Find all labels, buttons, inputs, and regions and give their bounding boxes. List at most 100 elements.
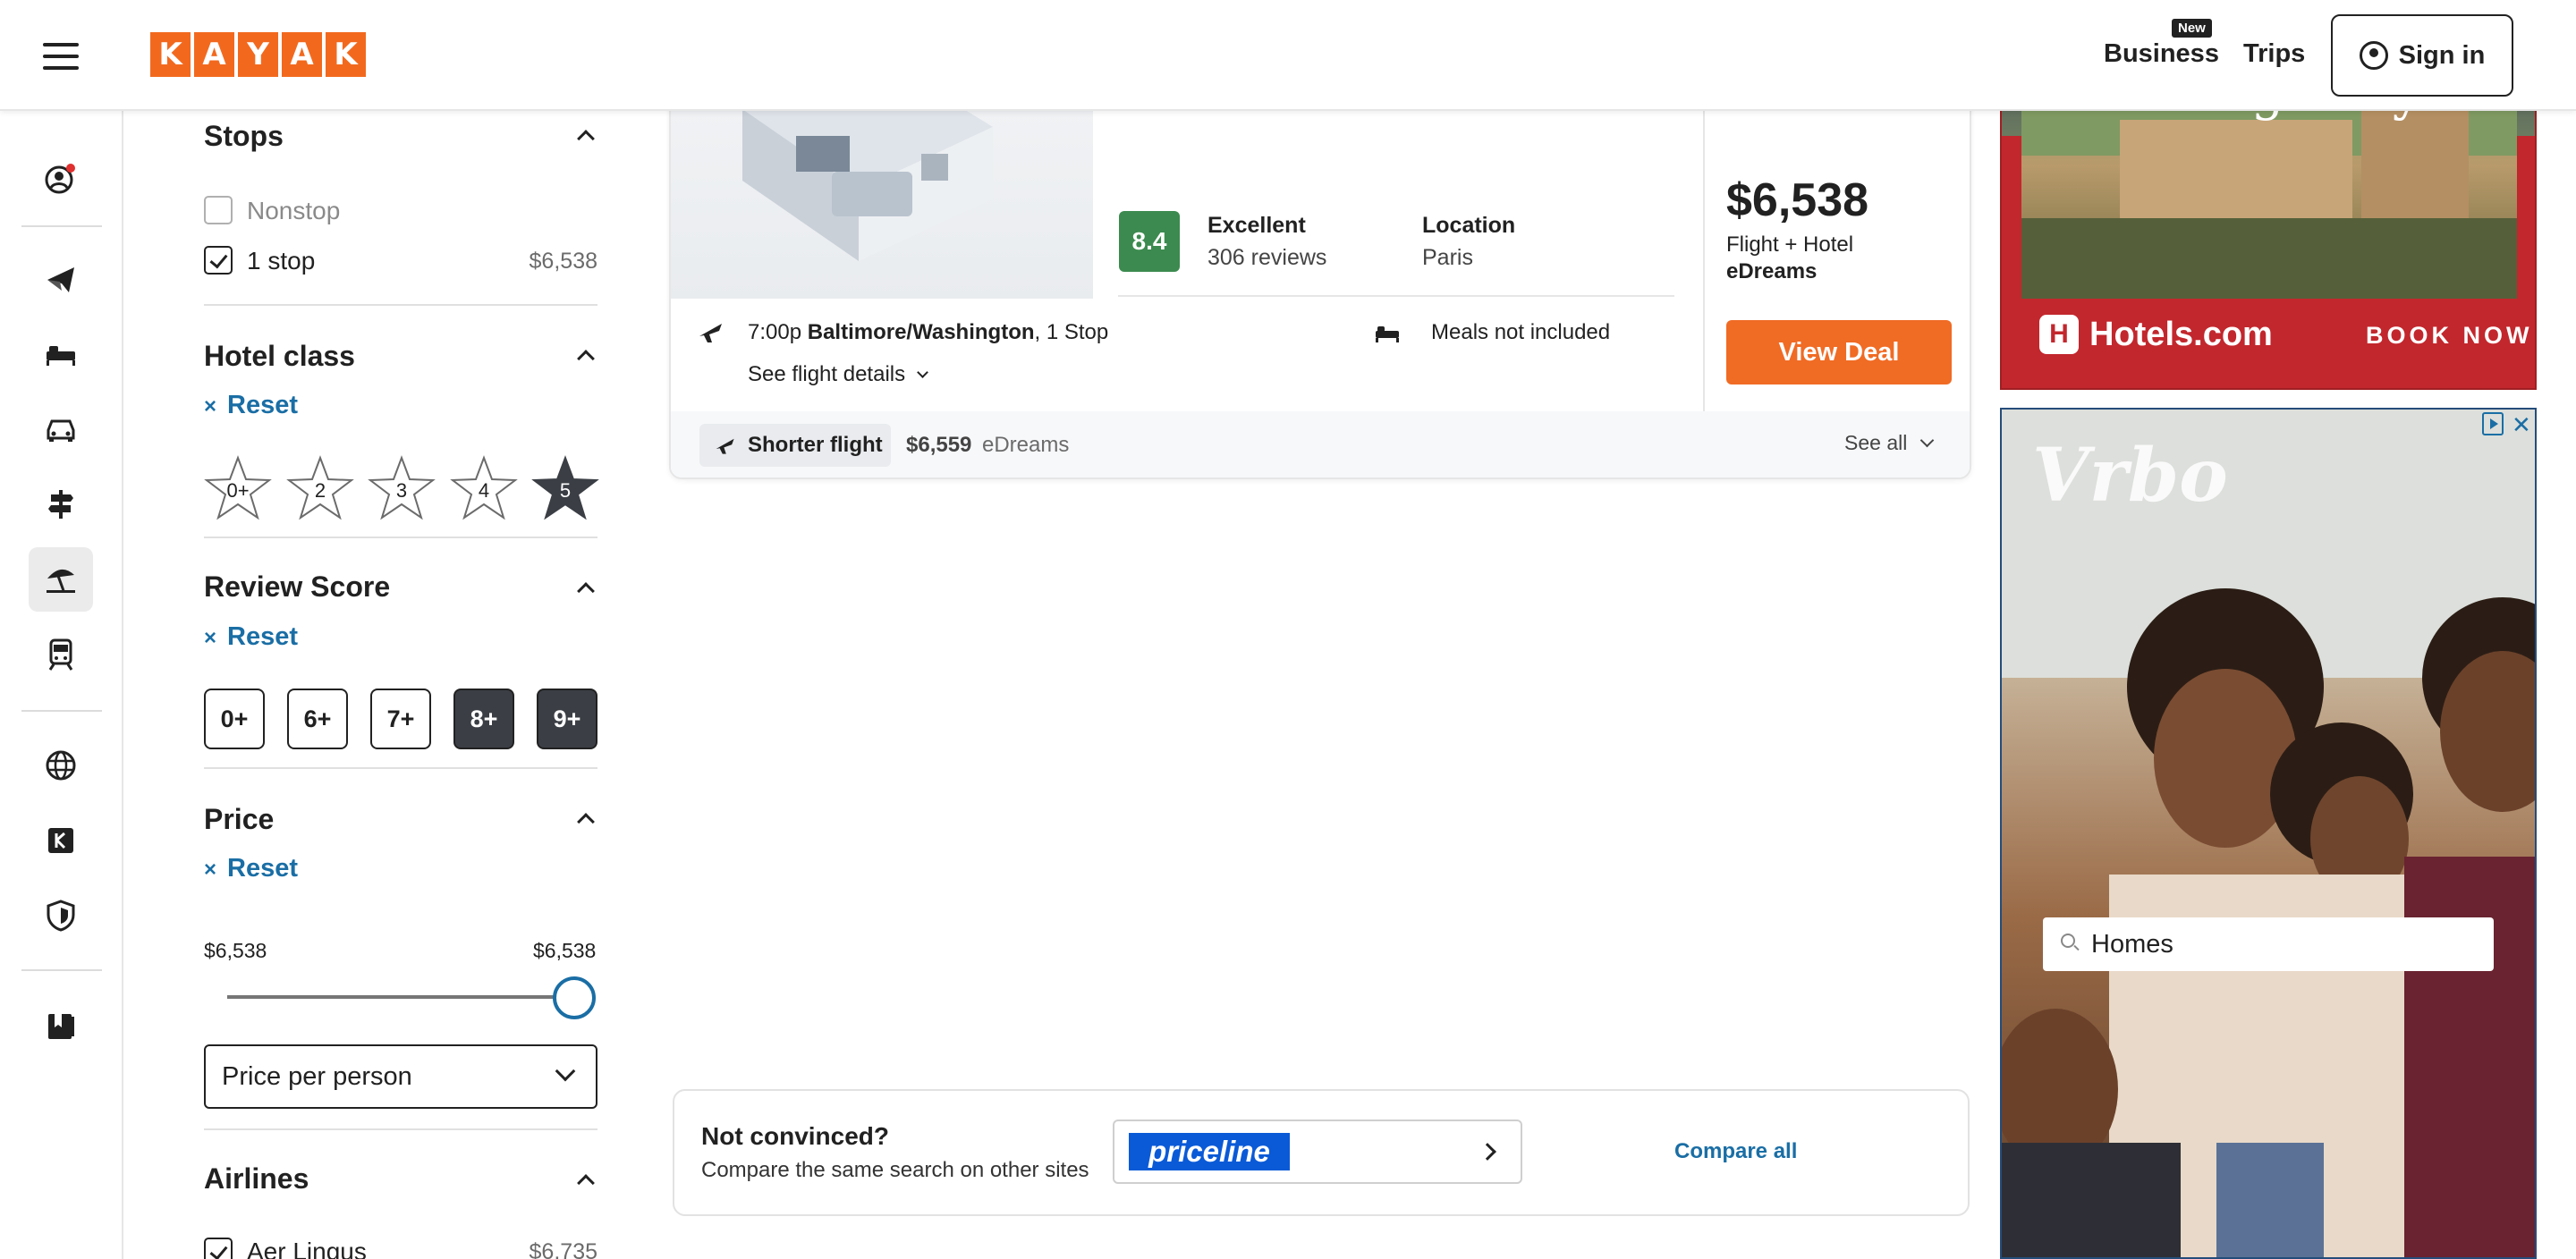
flight-summary: 7:00p Baltimore/Washington, 1 Stop [748,320,1109,344]
left-nav-rail [0,111,123,1259]
hotel-class-reset[interactable]: × Reset [204,391,298,420]
plane-takeoff-icon [698,318,724,350]
compare-title: Not convinced? [701,1122,890,1150]
user-circle-icon [2359,41,2388,70]
rail-divider [21,969,102,971]
hotels-com-logo: H Hotels.com [2039,315,2273,354]
trips-link[interactable]: Trips [2243,39,2305,69]
shorter-flight-chip[interactable]: Shorter flight [699,424,891,467]
package-type: Flight + Hotel [1726,232,1854,257]
card-divider [1118,295,1674,297]
shield-icon[interactable] [29,883,93,948]
alternate-price[interactable]: $6,559 [906,433,971,458]
price-collapse-icon[interactable] [577,813,595,831]
see-all-link[interactable]: See all [1844,431,1934,455]
deal-price: $6,538 [1726,174,1869,226]
bed-icon [1374,322,1401,350]
price-min-label: $6,538 [204,939,267,962]
globe-icon[interactable] [29,733,93,798]
filter-divider [204,304,597,306]
star-filter-label: 2 [314,479,326,502]
price-slider-handle[interactable] [553,976,596,1019]
price-reset[interactable]: × Reset [204,854,298,883]
car-icon[interactable] [29,397,93,461]
priceline-logo: priceline [1129,1133,1290,1170]
top-header: K A Y A K New Business Trips Sign in [0,0,2576,111]
signpost-icon[interactable] [29,472,93,537]
review-score-reset[interactable]: × Reset [204,622,298,652]
ad-choices-icon[interactable] [2482,412,2504,435]
rail-divider [21,225,102,227]
star-filter-4[interactable]: 4 [450,454,518,522]
user-alert-icon[interactable] [29,147,93,211]
price-slider-track[interactable] [227,995,572,999]
hotels-h-icon: H [2039,315,2079,354]
meals-info: Meals not included [1431,320,1611,344]
filter-divider [204,1128,597,1130]
kayak-k-icon[interactable] [29,808,93,873]
star-filter-label: 0+ [226,479,250,502]
sign-in-label: Sign in [2398,40,2486,70]
nonstop-checkbox[interactable] [204,196,233,224]
view-deal-button[interactable]: View Deal [1726,320,1952,384]
review-score-collapse-icon[interactable] [577,582,595,600]
compare-subtitle: Compare the same search on other sites [701,1158,1089,1182]
stops-collapse-icon[interactable] [577,130,595,148]
kayak-logo[interactable]: K A Y A K [150,32,366,77]
price-mode-select[interactable]: Price per person [204,1044,597,1109]
filter-divider [204,537,597,538]
vrbo-search-input[interactable]: Homes [2043,917,2494,971]
close-ad-icon[interactable]: ✕ [2512,411,2531,439]
review-score-option[interactable]: 7+ [370,689,431,749]
review-score-heading: Review Score [204,570,391,603]
rail-divider [21,710,102,712]
nonstop-label: Nonstop [247,197,341,224]
airlines-collapse-icon[interactable] [577,1174,595,1192]
star-filter-3[interactable]: 3 [368,454,436,522]
vrbo-ad[interactable] [2000,408,2537,1259]
search-icon [2061,934,2075,948]
logo-letter: A [282,32,322,77]
hotel-class-collapse-icon[interactable] [577,350,595,368]
review-score-option[interactable]: 0+ [204,689,265,749]
menu-icon[interactable] [43,43,79,70]
book-now-cta[interactable]: BOOK NOW [2366,322,2533,350]
alternate-provider: eDreams [982,433,1070,457]
review-score-option[interactable]: 9+ [537,689,597,749]
one-stop-checkbox[interactable] [204,246,233,275]
business-link[interactable]: Business [2104,39,2219,69]
review-score-option[interactable]: 8+ [453,689,514,749]
aer-lingus-price: $6,735 [529,1239,597,1259]
provider-name: eDreams [1726,259,1818,283]
star-filter-5[interactable]: 5 [531,454,599,522]
vrbo-logo: Vrbo [2032,433,2228,519]
filter-divider [204,767,597,769]
compare-all-link[interactable]: Compare all [1674,1139,1797,1164]
bookmark-icon[interactable] [29,994,93,1059]
aer-lingus-checkbox[interactable] [204,1238,233,1259]
see-flight-details-link[interactable]: See flight details [748,362,928,387]
sign-in-button[interactable]: Sign in [2331,14,2513,97]
price-max-label: $6,538 [533,939,597,962]
review-score-option[interactable]: 6+ [287,689,348,749]
logo-letter: Y [238,32,278,77]
beach-icon[interactable] [29,547,93,612]
train-icon[interactable] [29,622,93,687]
logo-letter: A [194,32,234,77]
plane-icon[interactable] [29,247,93,311]
rating-label: Excellent [1208,213,1306,238]
logo-letter: K [150,32,191,77]
airlines-heading: Airlines [204,1162,309,1195]
star-filter-label: 4 [478,479,490,502]
one-stop-price: $6,538 [529,249,597,274]
location-value: Paris [1422,245,1473,270]
star-filter-label: 3 [395,479,408,502]
star-filter-0[interactable]: 0+ [204,454,272,522]
star-filter-2[interactable]: 2 [286,454,354,522]
one-stop-label: 1 stop [247,247,316,275]
new-badge: New [2172,19,2212,38]
review-score-badge: 8.4 [1119,211,1180,272]
price-heading: Price [204,803,275,835]
hotel-class-heading: Hotel class [204,340,355,372]
bed-icon[interactable] [29,322,93,386]
